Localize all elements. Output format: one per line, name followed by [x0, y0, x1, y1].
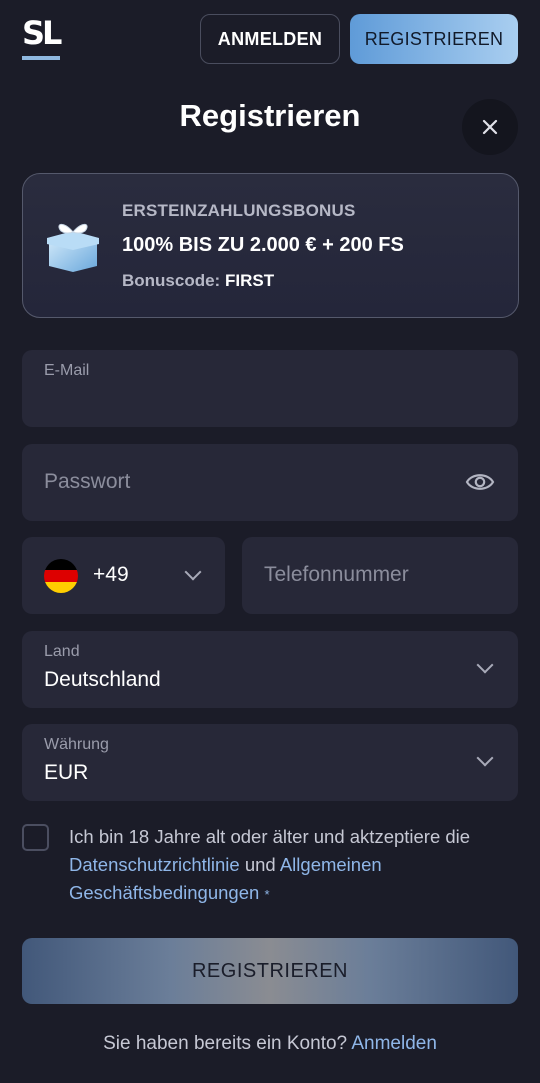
eye-icon[interactable]: [465, 470, 495, 494]
logo[interactable]: SL: [22, 14, 62, 60]
country-code-value: +49: [93, 563, 129, 586]
email-label: E-Mail: [44, 362, 90, 379]
close-button[interactable]: [462, 99, 518, 155]
terms-checkbox[interactable]: [22, 824, 49, 851]
password-placeholder: Passwort: [44, 470, 131, 493]
header: SL ANMELDEN REGISTRIEREN: [0, 0, 540, 80]
bonus-card: ERSTEINZAHLUNGSBONUS 100% BIS ZU 2.000 €…: [22, 173, 519, 318]
phone-placeholder: Telefonnummer: [264, 563, 409, 586]
terms-intro: Ich bin 18 Jahre alt oder älter und aktz…: [69, 826, 471, 847]
bonus-title: ERSTEINZAHLUNGSBONUS: [122, 201, 356, 220]
password-field[interactable]: Passwort: [22, 444, 518, 521]
country-select[interactable]: Land Deutschland: [22, 631, 518, 708]
logo-text: SL: [22, 14, 62, 52]
bonus-code-label: Bonuscode:: [122, 271, 221, 290]
page-title: Registrieren: [179, 98, 361, 133]
phone-input[interactable]: Telefonnummer: [242, 537, 518, 614]
currency-select[interactable]: Währung EUR: [22, 724, 518, 801]
bonus-headline: 100% BIS ZU 2.000 € + 200 FS: [122, 234, 404, 256]
login-prompt: Sie haben bereits ein Konto? Anmelden: [0, 1033, 540, 1055]
privacy-policy-link[interactable]: Datenschutzrichtlinie: [69, 854, 240, 875]
bonus-code: Bonuscode: FIRST: [122, 271, 274, 291]
required-mark: *: [264, 887, 270, 902]
login-prompt-text: Sie haben bereits ein Konto?: [103, 1033, 348, 1054]
chevron-down-icon: [184, 563, 202, 581]
close-icon: [482, 119, 498, 135]
email-field[interactable]: E-Mail: [22, 350, 518, 427]
login-link[interactable]: Anmelden: [351, 1033, 437, 1054]
terms-text: Ich bin 18 Jahre alt oder älter und aktz…: [69, 823, 509, 909]
register-submit-button[interactable]: REGISTRIEREN: [22, 938, 518, 1004]
chevron-down-icon: [476, 749, 494, 767]
logo-underline: [22, 56, 60, 60]
terms-and: und: [244, 854, 276, 875]
country-label: Land: [44, 643, 80, 660]
germany-flag-icon: [44, 559, 78, 593]
login-button[interactable]: ANMELDEN: [200, 14, 340, 64]
register-button-header[interactable]: REGISTRIEREN: [350, 14, 518, 64]
currency-value: EUR: [44, 761, 89, 784]
country-value: Deutschland: [44, 668, 161, 691]
country-code-select[interactable]: +49: [22, 537, 225, 614]
chevron-down-icon: [476, 656, 494, 674]
bonus-code-value: FIRST: [224, 271, 275, 290]
currency-label: Währung: [44, 736, 109, 753]
gift-icon: [47, 223, 99, 272]
